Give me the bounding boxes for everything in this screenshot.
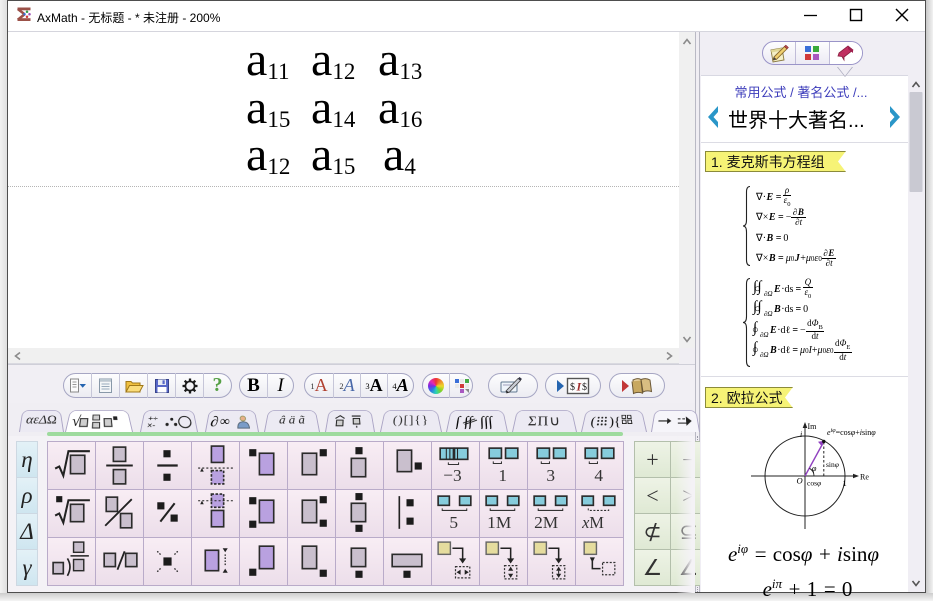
svg-text:1: 1 <box>498 466 507 485</box>
svg-text:Re: Re <box>860 473 869 482</box>
svg-text:−3: −3 <box>443 466 461 485</box>
svg-text:$: $ <box>570 382 575 393</box>
svg-text:i: i <box>800 430 802 439</box>
svg-text:$: $ <box>582 382 587 393</box>
svg-text:(: ( <box>590 415 597 429</box>
svg-text:∂: ∂ <box>210 414 220 429</box>
svg-text:4: 4 <box>594 466 603 485</box>
svg-text:){: ){ <box>609 415 621 429</box>
svg-text:∫: ∫ <box>487 414 496 429</box>
svg-text:1: 1 <box>843 478 847 488</box>
svg-text:×-: ×- <box>146 420 156 429</box>
svg-text:Im: Im <box>808 422 818 431</box>
svg-text:1M: 1M <box>487 513 511 532</box>
svg-text:∫: ∫ <box>455 414 463 429</box>
svg-text:φ: φ <box>812 464 817 473</box>
svg-text:5: 5 <box>449 513 458 532</box>
svg-text:cosφ: cosφ <box>807 479 821 488</box>
svg-text:3: 3 <box>546 466 555 485</box>
svg-text:∞: ∞ <box>219 414 230 428</box>
svg-text:eiφ=cosφ+isinφ: eiφ=cosφ+isinφ <box>827 428 876 437</box>
svg-text:sinφ: sinφ <box>826 460 839 469</box>
svg-text:xM: xM <box>581 513 604 532</box>
svg-text:O: O <box>797 476 803 486</box>
svg-text:2M: 2M <box>534 513 558 532</box>
